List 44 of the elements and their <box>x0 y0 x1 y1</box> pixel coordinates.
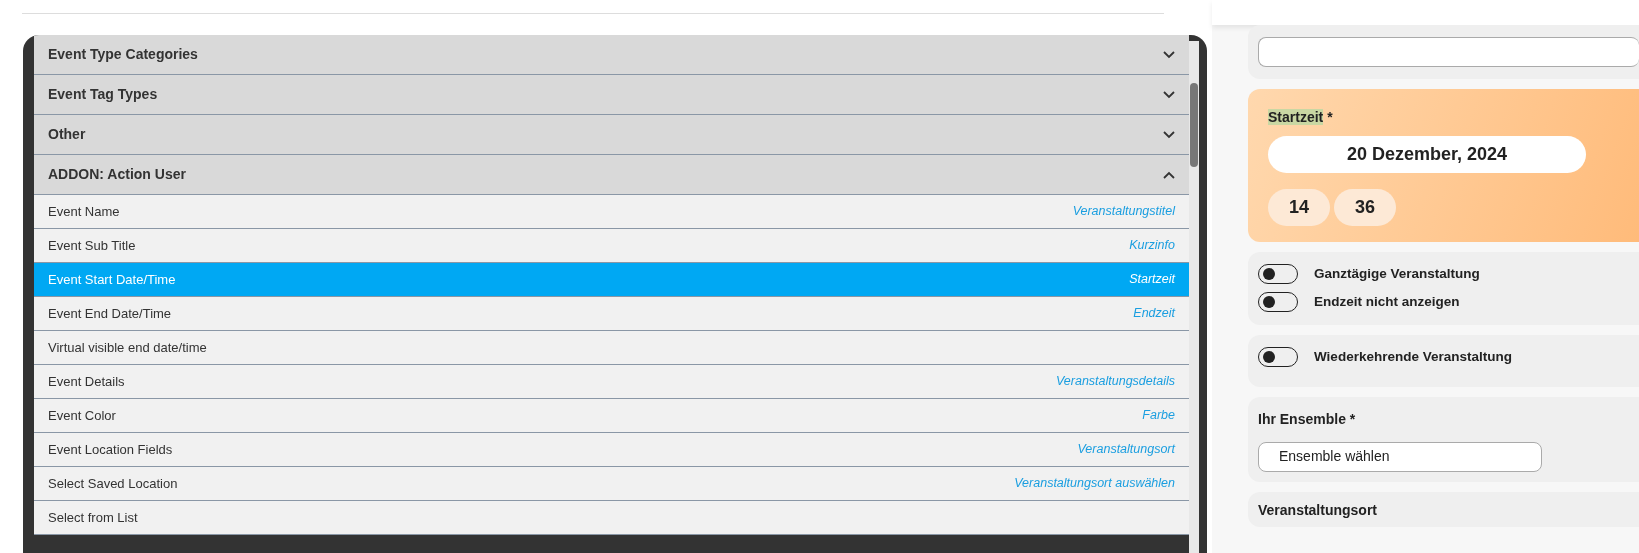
location-label: Veranstaltungsort <box>1258 500 1379 520</box>
field-label: Select Saved Location <box>48 474 178 493</box>
accordion-header[interactable]: Event Type Categories <box>34 35 1189 75</box>
field-row[interactable]: Event Location Fields Veranstaltungsort <box>34 433 1189 467</box>
ensemble-select[interactable]: Ensemble wählen <box>1258 441 1542 472</box>
hour-field[interactable]: 14 <box>1268 189 1330 226</box>
scrollbar-thumb[interactable] <box>1190 83 1198 167</box>
mapped-field-name: Endzeit <box>1133 305 1175 323</box>
text-input-field[interactable] <box>1258 37 1639 67</box>
start-time-label: Startzeit <box>1268 109 1324 125</box>
accordion-header[interactable]: ADDON: Action User <box>34 155 1189 195</box>
mapped-field-name: Veranstaltungsort <box>1077 441 1175 459</box>
mapped-field-name: Veranstaltungsdetails <box>1055 373 1175 391</box>
field-label: Event Location Fields <box>48 440 173 459</box>
field-label: Event Color <box>48 406 116 425</box>
field-row[interactable]: Event Name Veranstaltungstitel <box>34 195 1189 229</box>
mapped-field-name: Kurzinfo <box>1129 237 1175 255</box>
accordion-header[interactable]: Other <box>34 115 1189 155</box>
mapped-field-name: Veranstaltungstitel <box>1072 203 1175 221</box>
field-label: Event Name <box>48 202 120 221</box>
field-label: Event End Date/Time <box>48 304 172 323</box>
field-row[interactable]: Event Sub Title Kurzinfo <box>34 229 1189 263</box>
field-label: Virtual visible end date/time <box>48 338 207 357</box>
toggle-label: Ganztägige Veranstaltung <box>1314 265 1480 283</box>
required-mark: * <box>1327 109 1333 125</box>
ensemble-label: Ihr Ensemble * <box>1258 409 1357 429</box>
field-label: Event Sub Title <box>48 236 136 255</box>
minute-field[interactable]: 36 <box>1334 189 1396 226</box>
mapped-field-name: Farbe <box>1142 407 1175 425</box>
mapped-field-name: Startzeit <box>1129 271 1175 289</box>
field-label: Event Start Date/Time <box>48 270 176 289</box>
date-field[interactable]: 20 Dezember, 2024 <box>1268 136 1586 173</box>
field-row[interactable]: Event Color Farbe <box>34 399 1189 433</box>
field-label: Event Details <box>48 372 125 391</box>
field-row[interactable]: Event End Date/Time Endzeit <box>34 297 1189 331</box>
field-row[interactable]: Select Saved Location Veranstaltungsort auswählen <box>34 467 1189 501</box>
toggle-label: Endzeit nicht anzeigen <box>1314 293 1460 312</box>
field-label: Select from List <box>48 508 138 527</box>
toggle-label: Wiederkehrende Veranstaltung <box>1314 347 1512 366</box>
field-row[interactable]: Select from List <box>34 501 1189 535</box>
field-row[interactable]: Virtual visible end date/time <box>34 331 1189 365</box>
accordion-header[interactable]: Event Tag Types <box>34 75 1189 115</box>
field-row[interactable]: Event Details Veranstaltungsdetails <box>34 365 1189 399</box>
mapped-field-name: Veranstaltungsort auswählen <box>1014 475 1175 493</box>
